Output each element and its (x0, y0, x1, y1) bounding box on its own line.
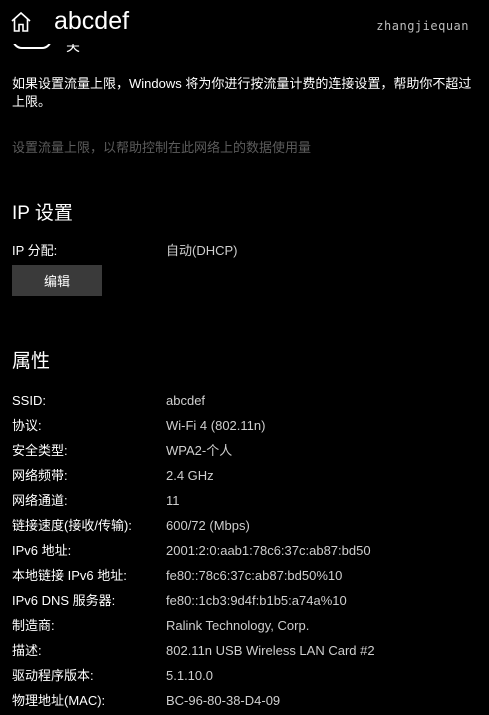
ip-assignment-label: IP 分配: (12, 243, 58, 258)
watermark: zhangjiequan (376, 19, 469, 33)
property-label-link-local-ipv6: 本地链接 IPv6 地址: (12, 568, 127, 583)
property-label-network-band: 网络频带: (12, 468, 68, 483)
property-value-mac-address: BC-96-80-38-D4-09 (166, 693, 281, 708)
property-value-security-type: WPA2-个人 (166, 443, 233, 458)
property-value-manufacturer: Ralink Technology, Corp. (166, 618, 310, 633)
property-label-ipv6-address: IPv6 地址: (12, 543, 72, 558)
property-value-protocol: Wi-Fi 4 (802.11n) (166, 418, 266, 433)
property-label-security-type: 安全类型: (12, 443, 68, 458)
ip-assignment-value: 自动(DHCP) (166, 243, 238, 258)
property-value-network-band: 2.4 GHz (166, 468, 214, 483)
title-bar: abcdef zhangjiequan (0, 0, 489, 44)
ip-settings-heading: IP 设置 (12, 203, 73, 224)
metered-description: 如果设置流量上限，Windows 将为你进行按流量计费的连接设置，帮助你不超过上… (12, 76, 472, 109)
property-value-network-channel: 11 (166, 493, 180, 508)
property-value-link-local-ipv6: fe80::78c6:37c:ab87:bd50%10 (166, 568, 343, 583)
edit-button[interactable]: 编辑 (12, 265, 102, 296)
property-value-driver-version: 5.1.10.0 (166, 668, 213, 683)
properties-heading: 属性 (12, 351, 51, 372)
property-value-ssid: abcdef (166, 393, 206, 408)
property-label-description: 描述: (12, 643, 42, 658)
property-label-driver-version: 驱动程序版本: (12, 668, 94, 683)
property-label-protocol: 协议: (12, 418, 42, 433)
property-label-link-speed: 链接速度(接收/传输): (12, 518, 132, 533)
property-label-ipv6-dns: IPv6 DNS 服务器: (12, 593, 116, 608)
property-label-network-channel: 网络通道: (12, 493, 68, 508)
property-label-ssid: SSID: (12, 393, 46, 408)
property-value-description: 802.11n USB Wireless LAN Card #2 (166, 643, 375, 658)
home-icon[interactable] (9, 10, 33, 34)
set-data-limit-link: 设置流量上限，以帮助控制在此网络上的数据使用量 (12, 140, 312, 155)
property-value-link-speed: 600/72 (Mbps) (166, 518, 250, 533)
property-value-ipv6-address: 2001:2:0:aab1:78c6:37c:ab87:bd50 (166, 543, 371, 558)
property-label-mac-address: 物理地址(MAC): (12, 693, 106, 708)
property-value-ipv6-dns: fe80::1cb3:9d4f:b1b5:a74a%10 (166, 593, 347, 608)
property-label-manufacturer: 制造商: (12, 618, 55, 633)
page-title: abcdef (54, 7, 130, 35)
